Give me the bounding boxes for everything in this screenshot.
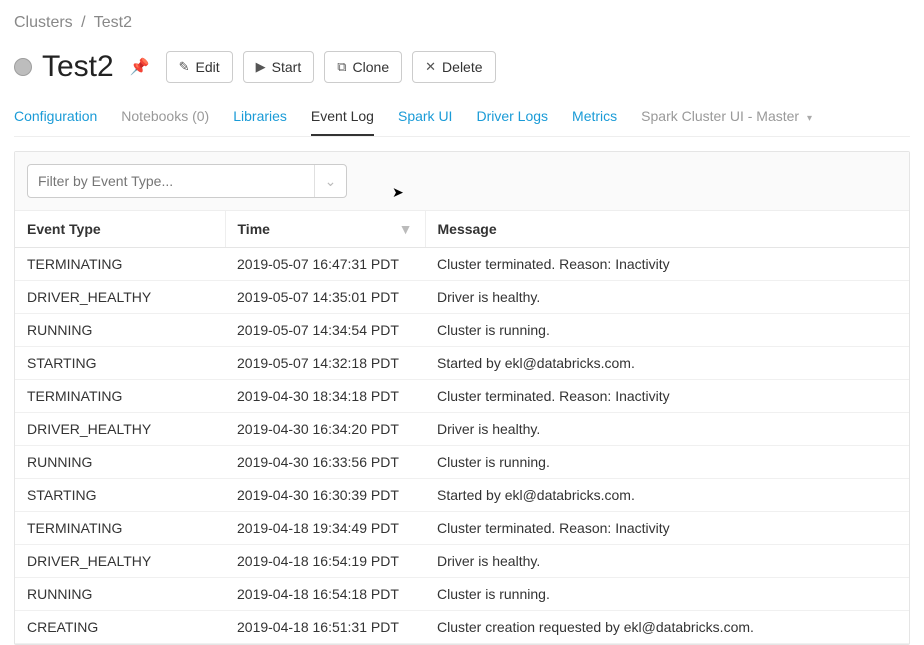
- cell-event-type: STARTING: [15, 479, 225, 512]
- edit-button-label: Edit: [196, 59, 220, 75]
- cluster-status-dot-icon: [14, 58, 32, 76]
- breadcrumb-parent[interactable]: Clusters: [14, 14, 73, 31]
- play-icon: ▶: [256, 59, 266, 75]
- table-row[interactable]: TERMINATING2019-05-07 16:47:31 PDTCluste…: [15, 248, 909, 281]
- table-row[interactable]: DRIVER_HEALTHY2019-04-18 16:54:19 PDTDri…: [15, 545, 909, 578]
- event-type-filter[interactable]: ⌄: [27, 164, 347, 198]
- pencil-icon: ✎: [179, 59, 190, 75]
- clone-button[interactable]: ⧉ Clone: [324, 51, 402, 83]
- edit-button[interactable]: ✎ Edit: [166, 51, 233, 83]
- tab-spark-cluster-ui[interactable]: Spark Cluster UI - Master ▾: [641, 102, 812, 136]
- tab-event-log[interactable]: Event Log: [311, 102, 374, 136]
- cell-event-type: TERMINATING: [15, 512, 225, 545]
- table-row[interactable]: DRIVER_HEALTHY2019-05-07 14:35:01 PDTDri…: [15, 281, 909, 314]
- cell-event-type: RUNNING: [15, 578, 225, 611]
- copy-icon: ⧉: [337, 59, 346, 75]
- event-type-filter-input[interactable]: [28, 173, 314, 189]
- cell-time: 2019-05-07 14:34:54 PDT: [225, 314, 425, 347]
- table-row[interactable]: RUNNING2019-04-30 16:33:56 PDTCluster is…: [15, 446, 909, 479]
- cell-time: 2019-04-30 18:34:18 PDT: [225, 380, 425, 413]
- breadcrumb-separator: /: [81, 14, 85, 31]
- cell-time: 2019-04-30 16:34:20 PDT: [225, 413, 425, 446]
- cell-time: 2019-04-18 16:51:31 PDT: [225, 611, 425, 644]
- tab-libraries[interactable]: Libraries: [233, 102, 287, 136]
- cell-event-type: STARTING: [15, 347, 225, 380]
- table-row[interactable]: RUNNING2019-05-07 14:34:54 PDTCluster is…: [15, 314, 909, 347]
- cell-time: 2019-04-30 16:30:39 PDT: [225, 479, 425, 512]
- event-type-filter-dropdown[interactable]: ⌄: [314, 165, 346, 197]
- chevron-down-icon: ⌄: [325, 173, 337, 190]
- cell-message: Started by ekl@databricks.com.: [425, 347, 909, 380]
- cell-time: 2019-05-07 14:32:18 PDT: [225, 347, 425, 380]
- cell-time: 2019-04-18 19:34:49 PDT: [225, 512, 425, 545]
- cell-message: Cluster is running.: [425, 578, 909, 611]
- cell-event-type: CREATING: [15, 611, 225, 644]
- column-header-time[interactable]: Time ▼: [225, 211, 425, 248]
- cell-time: 2019-04-18 16:54:18 PDT: [225, 578, 425, 611]
- table-row[interactable]: STARTING2019-05-07 14:32:18 PDTStarted b…: [15, 347, 909, 380]
- cell-message: Cluster terminated. Reason: Inactivity: [425, 512, 909, 545]
- cell-event-type: RUNNING: [15, 314, 225, 347]
- tab-notebooks[interactable]: Notebooks (0): [121, 102, 209, 136]
- cell-time: 2019-04-18 16:54:19 PDT: [225, 545, 425, 578]
- cell-message: Cluster terminated. Reason: Inactivity: [425, 248, 909, 281]
- cell-time: 2019-05-07 14:35:01 PDT: [225, 281, 425, 314]
- column-header-message[interactable]: Message: [425, 211, 909, 248]
- table-row[interactable]: TERMINATING2019-04-18 19:34:49 PDTCluste…: [15, 512, 909, 545]
- caret-down-icon: ▾: [807, 113, 812, 124]
- table-row[interactable]: RUNNING2019-04-18 16:54:18 PDTCluster is…: [15, 578, 909, 611]
- cell-event-type: TERMINATING: [15, 380, 225, 413]
- start-button-label: Start: [272, 59, 302, 75]
- cell-event-type: DRIVER_HEALTHY: [15, 545, 225, 578]
- table-row[interactable]: TERMINATING2019-04-30 18:34:18 PDTCluste…: [15, 380, 909, 413]
- clone-button-label: Clone: [353, 59, 390, 75]
- column-header-time-label: Time: [238, 221, 270, 237]
- pin-icon[interactable]: 📌: [130, 57, 150, 77]
- tab-metrics[interactable]: Metrics: [572, 102, 617, 136]
- tabs: Configuration Notebooks (0) Libraries Ev…: [14, 102, 910, 137]
- close-icon: ✕: [425, 59, 436, 75]
- delete-button[interactable]: ✕ Delete: [412, 51, 495, 83]
- tab-driver-logs[interactable]: Driver Logs: [476, 102, 548, 136]
- cell-event-type: RUNNING: [15, 446, 225, 479]
- cell-time: 2019-05-07 16:47:31 PDT: [225, 248, 425, 281]
- table-row[interactable]: DRIVER_HEALTHY2019-04-30 16:34:20 PDTDri…: [15, 413, 909, 446]
- start-button[interactable]: ▶ Start: [243, 51, 315, 83]
- cell-event-type: DRIVER_HEALTHY: [15, 413, 225, 446]
- delete-button-label: Delete: [442, 59, 482, 75]
- column-header-event-type[interactable]: Event Type: [15, 211, 225, 248]
- cell-message: Cluster is running.: [425, 446, 909, 479]
- breadcrumb-current: Test2: [94, 14, 132, 31]
- cell-message: Driver is healthy.: [425, 413, 909, 446]
- cell-message: Driver is healthy.: [425, 281, 909, 314]
- cell-message: Cluster is running.: [425, 314, 909, 347]
- page-title: Test2: [42, 50, 114, 84]
- table-row[interactable]: CREATING2019-04-18 16:51:31 PDTCluster c…: [15, 611, 909, 644]
- cell-event-type: TERMINATING: [15, 248, 225, 281]
- tab-spark-ui[interactable]: Spark UI: [398, 102, 452, 136]
- sort-desc-icon: ▼: [399, 221, 413, 237]
- cell-event-type: DRIVER_HEALTHY: [15, 281, 225, 314]
- event-log-table: Event Type Time ▼ Message TERMINATING201…: [15, 211, 909, 644]
- tab-spark-cluster-ui-label: Spark Cluster UI - Master: [641, 108, 799, 124]
- table-row[interactable]: STARTING2019-04-30 16:30:39 PDTStarted b…: [15, 479, 909, 512]
- cell-message: Cluster creation requested by ekl@databr…: [425, 611, 909, 644]
- breadcrumb: Clusters / Test2: [14, 14, 910, 32]
- cell-message: Driver is healthy.: [425, 545, 909, 578]
- tab-configuration[interactable]: Configuration: [14, 102, 97, 136]
- cell-message: Started by ekl@databricks.com.: [425, 479, 909, 512]
- cell-time: 2019-04-30 16:33:56 PDT: [225, 446, 425, 479]
- cell-message: Cluster terminated. Reason: Inactivity: [425, 380, 909, 413]
